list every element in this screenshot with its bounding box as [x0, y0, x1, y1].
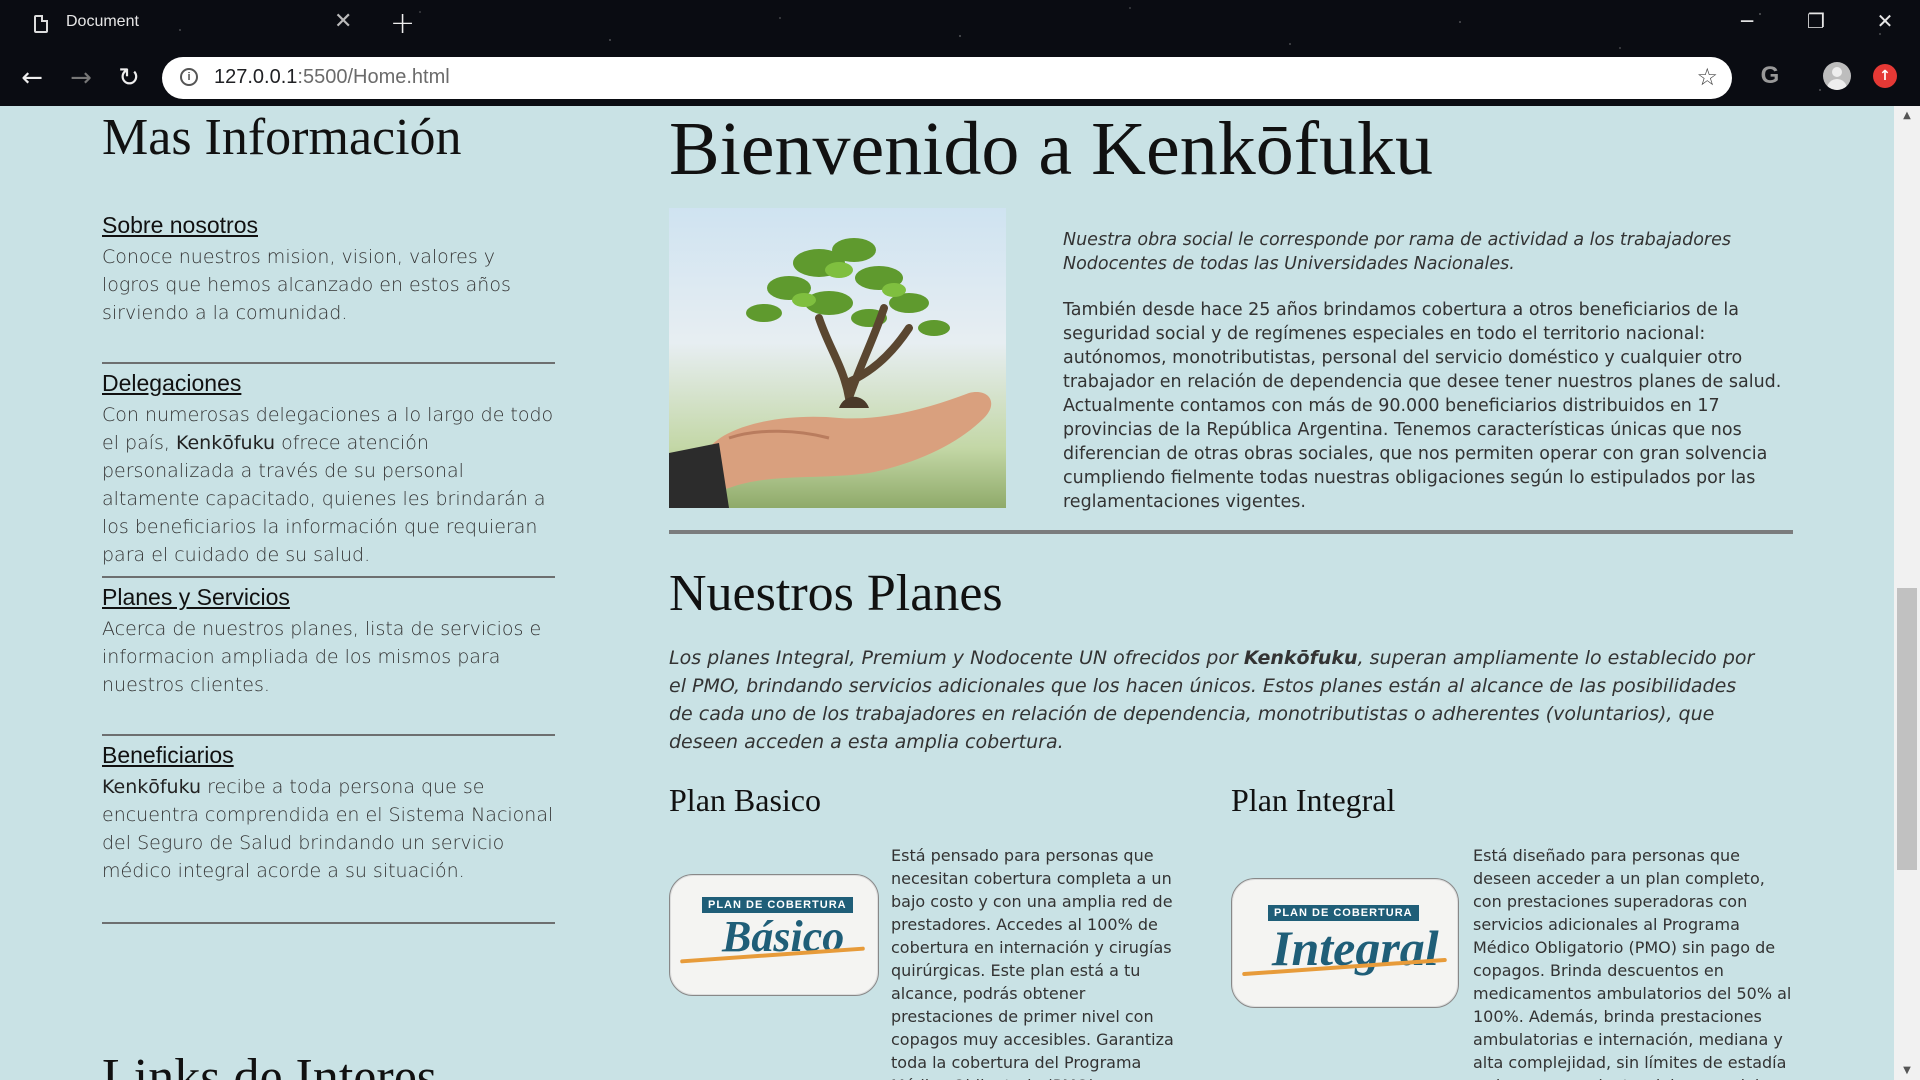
sidebar-text: Kenkōfuku recibe a toda persona que se e… — [102, 773, 555, 885]
plus-icon[interactable]: + — [390, 6, 415, 42]
scroll-down-arrow-icon[interactable]: ▼ — [1894, 1065, 1920, 1076]
sidebar-divider — [102, 734, 555, 736]
page-title: Bienvenido a Kenkōfuku — [669, 107, 1434, 191]
sidebar-text-part: Conoce nuestros mision, vision, valores … — [102, 246, 511, 324]
brand-name: Kenkōfuku — [102, 776, 202, 798]
plan-text: Está pensado para personas que necesitan… — [891, 846, 1174, 1080]
intro-body: También desde hace 25 años brindamos cob… — [1063, 300, 1782, 512]
browser-tab[interactable]: Document ✕ — [12, 0, 362, 50]
sidebar-section-planes: Planes y Servicios Acerca de nuestros pl… — [102, 584, 555, 699]
avatar-icon[interactable] — [1823, 62, 1851, 90]
hand-tree-illustration — [669, 238, 992, 508]
scrollbar-thumb[interactable] — [1897, 588, 1917, 870]
google-icon[interactable]: G — [1755, 61, 1785, 91]
reload-icon[interactable]: ↻ — [111, 60, 147, 96]
section-divider — [669, 530, 1793, 534]
info-icon[interactable]: i — [180, 68, 198, 86]
links-title: Links de Interes — [102, 1049, 438, 1080]
url-text[interactable]: 127.0.0.1:5500/Home.html — [214, 66, 450, 89]
sidebar-text: Acerca de nuestros planes, lista de serv… — [102, 615, 555, 699]
address-bar[interactable]: i 127.0.0.1:5500/Home.html ☆ — [162, 57, 1732, 99]
star-icon[interactable]: ☆ — [1696, 63, 1718, 91]
close-icon[interactable]: ✕ — [334, 9, 352, 35]
close-window-icon[interactable]: ✕ — [1870, 8, 1900, 34]
brand-name: Kenkōfuku — [175, 432, 276, 454]
sidebar-text: Conoce nuestros mision, vision, valores … — [102, 243, 555, 327]
plan-basico-logo[interactable]: PLAN DE COBERTURA Básico — [669, 874, 879, 996]
page-viewport: Mas Información Sobre nosotros Conoce nu… — [0, 106, 1894, 1080]
document-icon — [34, 15, 48, 33]
link-planes-servicios[interactable]: Planes y Servicios — [102, 584, 555, 611]
plan-text: Está diseñado para personas que deseen a… — [1473, 846, 1792, 1080]
link-delegaciones[interactable]: Delegaciones — [102, 370, 555, 397]
plans-description: Los planes Integral, Premium y Nodocente… — [669, 644, 1759, 756]
plan-name: Plan Basico — [669, 782, 821, 818]
sidebar-text: Con numerosas delegaciones a lo largo de… — [102, 401, 555, 569]
vertical-scrollbar[interactable]: ▲ ▼ — [1894, 106, 1920, 1080]
plans-title: Nuestros Planes — [669, 565, 1003, 622]
intro-lead: Nuestra obra social le corresponde por r… — [1063, 230, 1731, 274]
back-arrow-icon[interactable]: ← — [14, 60, 50, 96]
update-icon[interactable]: ↑ — [1873, 64, 1897, 88]
sidebar-divider — [102, 576, 555, 578]
link-beneficiarios[interactable]: Beneficiarios — [102, 742, 555, 769]
plans-desc-part: Los planes Integral, Premium y Nodocente… — [669, 647, 1244, 669]
plan-card-basico: Plan Basico PLAN DE COBERTURA Básico Est… — [669, 782, 1229, 1080]
sidebar-text-part: Acerca de nuestros planes, lista de serv… — [102, 618, 542, 696]
plan-card-integral: Plan Integral PLAN DE COBERTURA Integral… — [1231, 782, 1791, 1080]
sidebar-section-about: Sobre nosotros Conoce nuestros mision, v… — [102, 212, 555, 327]
restore-icon[interactable]: ❐ — [1801, 8, 1831, 34]
minimize-icon[interactable]: ─ — [1732, 8, 1762, 34]
plan-integral-logo[interactable]: PLAN DE COBERTURA Integral — [1231, 878, 1459, 1008]
brand-name: Kenkōfuku — [1243, 647, 1358, 669]
plan-name: Plan Integral — [1231, 782, 1396, 818]
link-sobre-nosotros[interactable]: Sobre nosotros — [102, 212, 555, 239]
scroll-up-arrow-icon[interactable]: ▲ — [1894, 110, 1920, 121]
url-path: :5500/Home.html — [297, 66, 450, 88]
hero-image-hand-tree — [669, 208, 1006, 508]
intro-text: Nuestra obra social le corresponde por r… — [1063, 228, 1793, 536]
sidebar-section-delegaciones: Delegaciones Con numerosas delegaciones … — [102, 370, 555, 569]
sidebar-divider — [102, 922, 555, 924]
sidebar-title: Mas Información — [102, 109, 462, 166]
sidebar-divider — [102, 362, 555, 364]
sidebar-section-beneficiarios: Beneficiarios Kenkōfuku recibe a toda pe… — [102, 742, 555, 885]
forward-arrow-icon[interactable]: → — [63, 60, 99, 96]
browser-chrome: Document ✕ + ─ ❐ ✕ ← → ↻ i 127.0.0.1:550… — [0, 0, 1920, 106]
tab-title: Document — [66, 13, 139, 30]
url-host: 127.0.0.1 — [214, 66, 298, 88]
